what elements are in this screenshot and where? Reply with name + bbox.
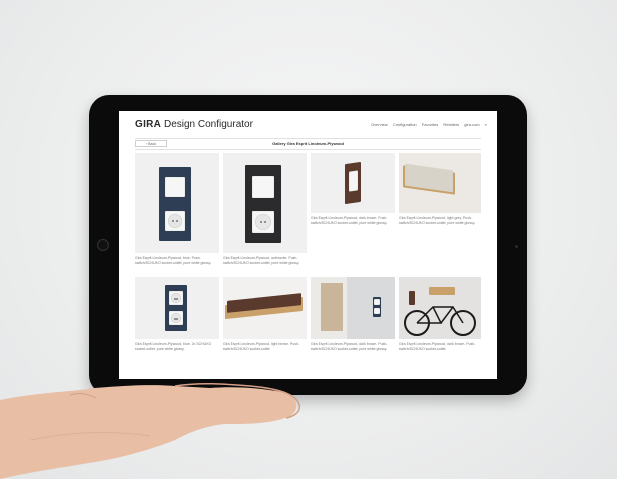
- hand-image: [0, 382, 300, 479]
